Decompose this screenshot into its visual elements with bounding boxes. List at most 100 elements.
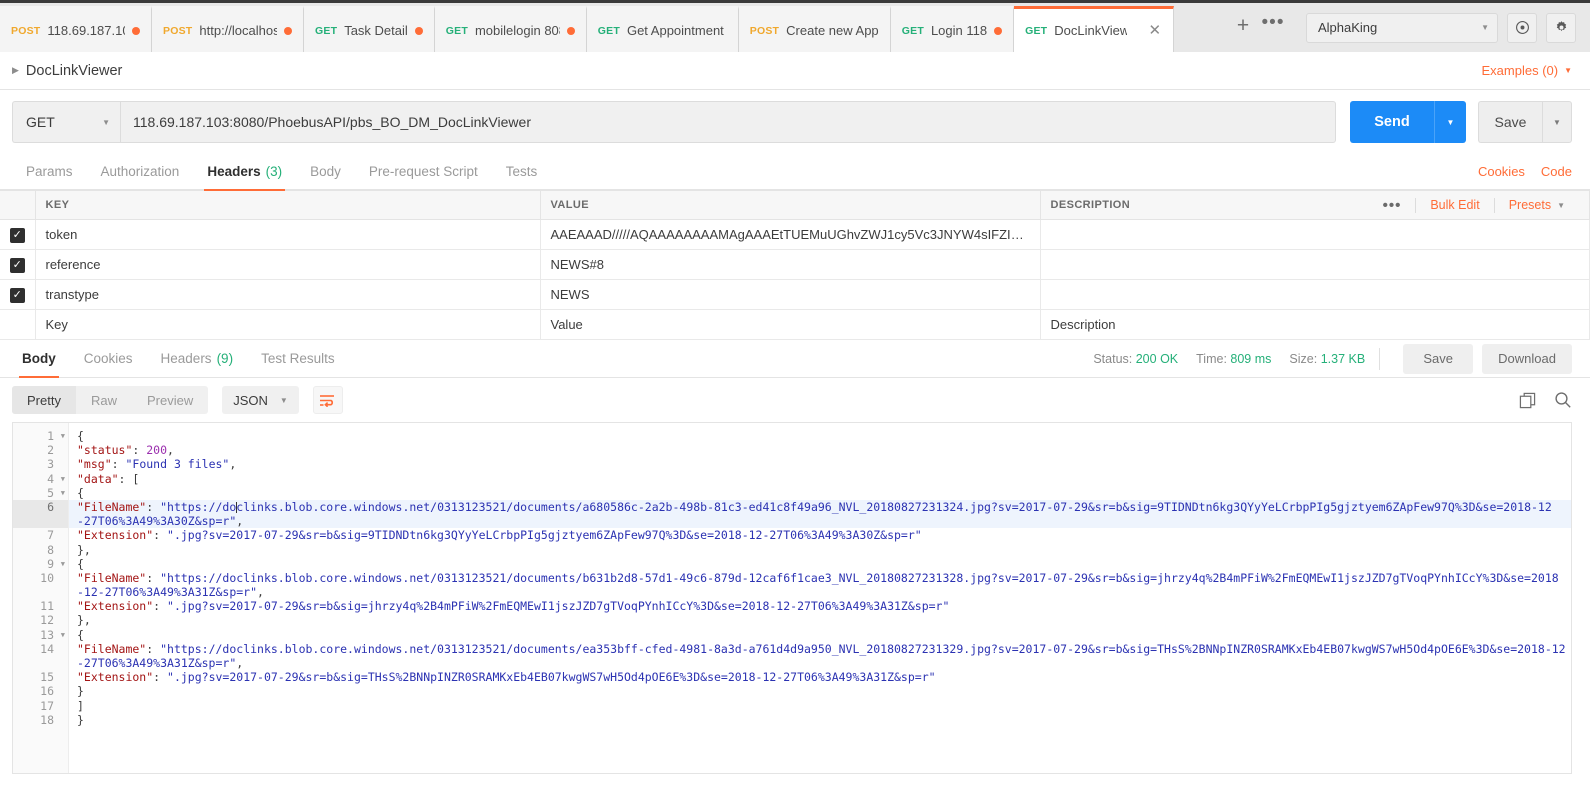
code-token: , (167, 443, 174, 458)
unsaved-indicator-dot (132, 26, 140, 35)
code-line: { (69, 628, 1571, 642)
fold-toggle-icon[interactable]: ▼ (61, 557, 65, 571)
header-enabled-checkbox[interactable]: ✓ (9, 228, 25, 243)
line-number: 12 (40, 613, 54, 628)
request-tab-1[interactable]: POST http://localhost:5 (152, 6, 304, 52)
word-wrap-toggle[interactable] (312, 386, 343, 414)
header-key-cell[interactable]: transtype (35, 279, 541, 310)
response-format-value: JSON (233, 392, 268, 408)
new-header-key-input[interactable]: Key (35, 309, 541, 340)
search-response-button[interactable] (1554, 391, 1572, 409)
response-format-selector[interactable]: JSON ▼ (222, 386, 299, 414)
save-response-button[interactable]: Save (1403, 343, 1474, 374)
request-tab-0[interactable]: POST 118.69.187.103:8 (0, 6, 152, 52)
new-tab-button[interactable]: + (1228, 3, 1258, 49)
save-button[interactable]: Save (1478, 101, 1542, 143)
presets-label: Presets (1508, 198, 1552, 212)
request-tab-section-authorization[interactable]: Authorization (87, 154, 194, 190)
line-number: 10 (40, 570, 54, 585)
header-value-cell[interactable]: AAEAAAD/////AQAAAAAAAAMAgAAAEtTUEMuUGhvZ… (540, 219, 1041, 250)
code-token: "FileName" (77, 570, 147, 585)
line-number: 14 (40, 641, 54, 656)
response-tab-body[interactable]: Body (8, 341, 70, 378)
request-tab-7[interactable]: GET DocLinkViewer ✕ (1014, 6, 1175, 52)
response-body-viewer[interactable]: 1 ▼ 2 3 4 ▼ 5 ▼ 6 7 8 9 ▼ 10 11 12 13 ▼ 14 15 16 17 18 { "stat… (12, 422, 1572, 774)
presets-button[interactable]: Presets ▼ (1495, 198, 1579, 212)
unsaved-indicator-dot (994, 26, 1003, 35)
environment-selector[interactable]: AlphaKing ▼ (1306, 12, 1498, 43)
header-value-cell[interactable]: NEWS (540, 279, 1041, 310)
examples-dropdown[interactable]: Examples (0) ▼ (1482, 63, 1573, 78)
header-enabled-checkbox[interactable]: ✓ (9, 258, 25, 273)
request-section-tab-label: Pre-request Script (368, 164, 478, 179)
code-link[interactable]: Code (1541, 164, 1572, 179)
send-options-button[interactable]: ▼ (1434, 101, 1466, 143)
chevron-down-icon: ▼ (102, 117, 110, 127)
tab-overflow-menu-button[interactable]: ••• (1258, 3, 1288, 49)
request-tab-section-pre-request-script[interactable]: Pre-request Script (355, 154, 492, 190)
request-tab-4[interactable]: GET Get Appointment by I (586, 6, 739, 52)
save-options-button[interactable]: ▼ (1542, 101, 1572, 143)
request-tab-6[interactable]: GET Login 118 (890, 6, 1015, 52)
response-tab-test-results[interactable]: Test Results (247, 341, 349, 377)
headers-table-actions: ••• Bulk Edit Presets ▼ (1369, 191, 1579, 219)
response-tab-headers[interactable]: Headers (9) (147, 341, 248, 377)
code-line: -27T06%3A49%3A30Z&sp=r", (69, 514, 1571, 529)
settings-button[interactable] (1546, 12, 1576, 43)
fold-toggle-icon[interactable]: ▼ (61, 429, 65, 443)
request-section-tab-label: Tests (505, 164, 538, 179)
code-line: { (69, 486, 1571, 500)
header-enabled-checkbox[interactable]: ✓ (9, 288, 25, 303)
column-header-key: KEY (35, 190, 541, 220)
request-tab-2[interactable]: GET Task Detail (304, 6, 435, 52)
bulk-edit-button[interactable]: Bulk Edit (1416, 198, 1493, 212)
http-method-selector[interactable]: GET ▼ (12, 101, 120, 143)
header-key-cell[interactable]: token (35, 219, 541, 250)
code-token: "https://do (160, 499, 237, 514)
response-body-code[interactable]: { "status": 200, "msg": "Found 3 files",… (69, 423, 1571, 773)
header-description-cell[interactable] (1040, 219, 1590, 250)
code-token: ".jpg?sv=2017-07-29&sr=b&sig=THsS%2BNNpI… (167, 670, 936, 685)
view-mode-preview[interactable]: Preview (132, 386, 208, 414)
fold-toggle-icon[interactable]: ▼ (61, 628, 65, 642)
request-section-tab-label: Authorization (100, 164, 180, 179)
new-header-value-input[interactable]: Value (540, 309, 1041, 340)
code-token: -12-27T06%3A49%3A31Z&sp=r" (77, 585, 258, 600)
breadcrumb[interactable]: ▶ DocLinkViewer (12, 63, 122, 79)
header-description-cell[interactable] (1040, 279, 1590, 310)
fold-toggle-icon[interactable]: ▼ (61, 486, 65, 500)
code-token: "Found 3 files" (125, 457, 230, 472)
fold-toggle-icon[interactable]: ▼ (61, 472, 65, 486)
code-token: { (77, 627, 84, 642)
view-mode-raw[interactable]: Raw (76, 386, 132, 414)
new-header-description-input[interactable]: Description (1040, 309, 1590, 340)
code-token: , (236, 656, 244, 670)
header-description-cell[interactable] (1040, 249, 1590, 280)
code-line: } (69, 713, 1571, 727)
line-number: 17 (40, 698, 54, 713)
environment-quick-look-button[interactable] (1507, 12, 1537, 43)
download-response-button[interactable]: Download (1482, 343, 1572, 374)
time-value: 809 ms (1230, 351, 1272, 366)
view-mode-pretty[interactable]: Pretty (12, 386, 76, 414)
headers-more-button[interactable]: ••• (1369, 197, 1416, 214)
copy-response-button[interactable] (1519, 392, 1536, 409)
code-line: "FileName": "https://doclinks.blob.core.… (69, 571, 1571, 585)
code-line: { (69, 557, 1571, 571)
request-tab-section-headers[interactable]: Headers (3) (193, 154, 296, 191)
header-key-cell[interactable]: reference (35, 249, 541, 280)
request-tab-5[interactable]: POST Create new Appointm (738, 6, 891, 52)
close-icon[interactable]: ✕ (1148, 23, 1163, 38)
request-tab-section-tests[interactable]: Tests (492, 154, 552, 190)
request-tab-section-body[interactable]: Body (296, 154, 355, 190)
request-tab-section-params[interactable]: Params (12, 154, 87, 190)
response-tab-cookies[interactable]: Cookies (70, 341, 147, 377)
column-header-value: VALUE (540, 190, 1041, 220)
send-button[interactable]: Send (1350, 101, 1434, 143)
request-url-bar: GET ▼ 118.69.187.103:8080/PhoebusAPI/pbs… (0, 90, 1590, 154)
status-label: Status: (1093, 351, 1133, 366)
header-value-cell[interactable]: NEWS#8 (540, 249, 1041, 280)
request-tab-3[interactable]: GET mobilelogin 8081 (434, 6, 587, 52)
url-input[interactable]: 118.69.187.103:8080/PhoebusAPI/pbs_BO_DM… (120, 101, 1336, 143)
cookies-link[interactable]: Cookies (1478, 164, 1525, 179)
